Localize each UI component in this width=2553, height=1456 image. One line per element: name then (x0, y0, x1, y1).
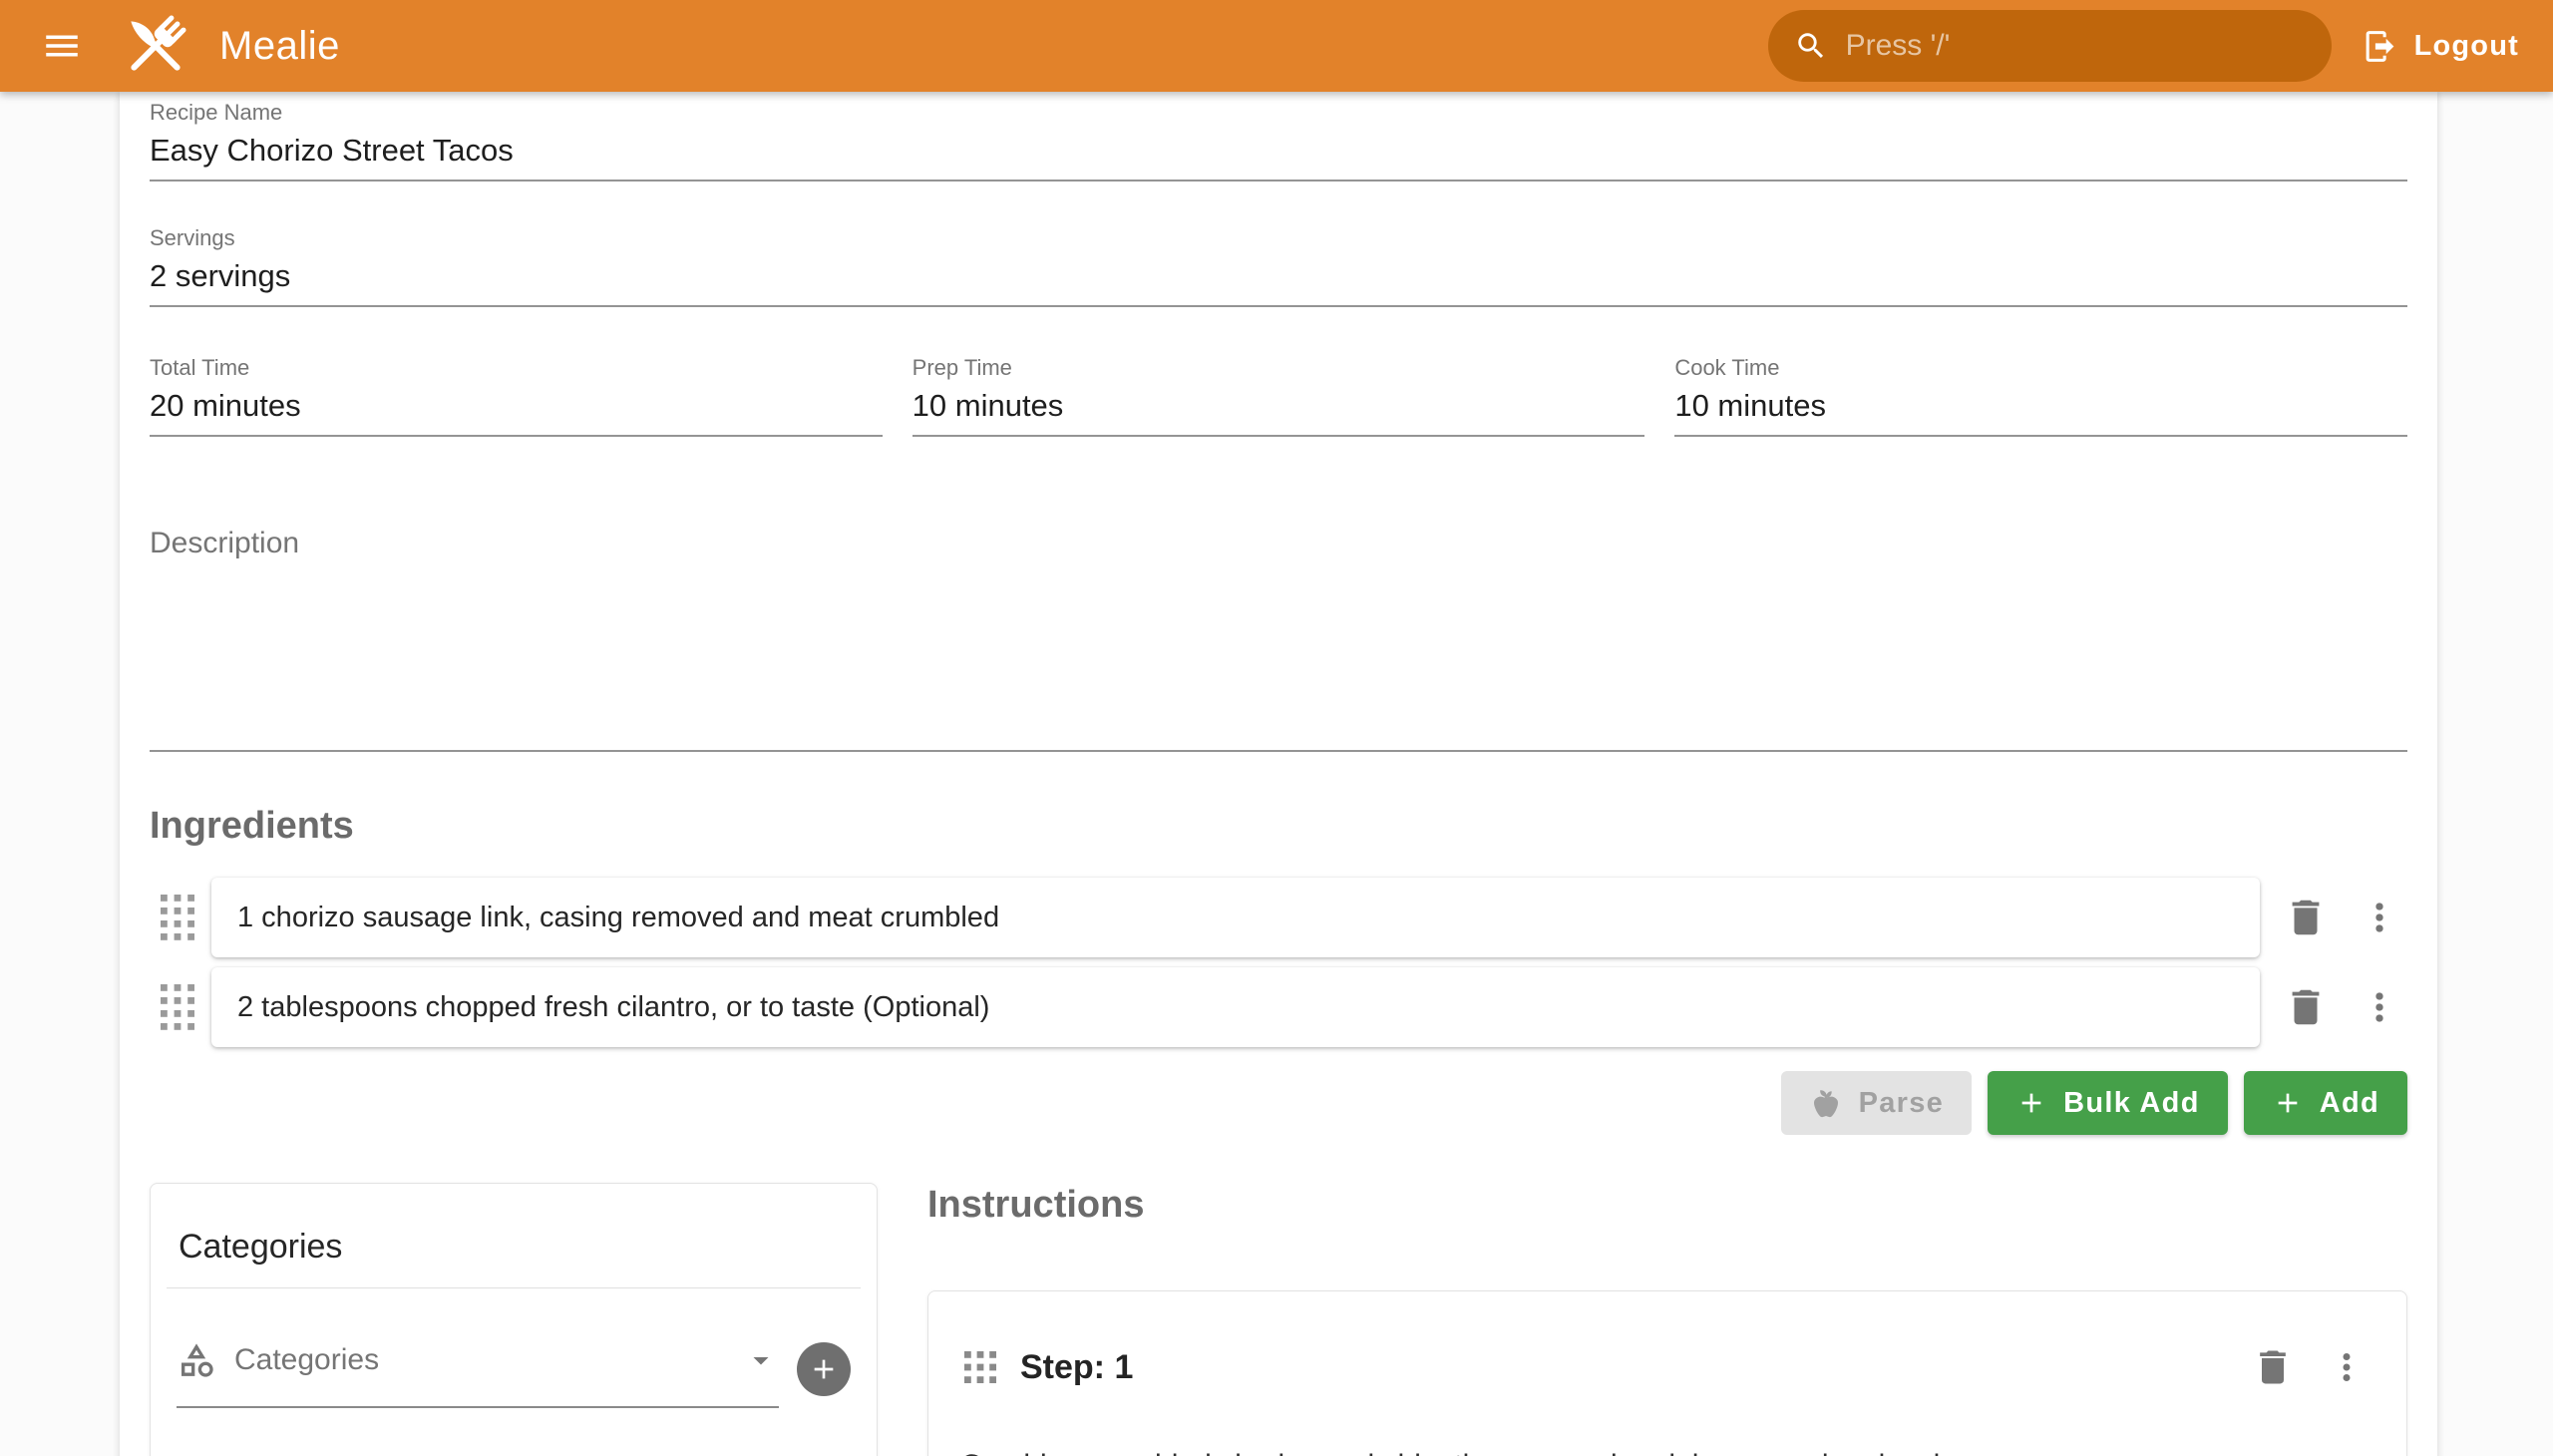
step-text-input[interactable]: Combine crumbled chorizo and chipotle pe… (960, 1445, 2374, 1456)
drag-handle[interactable] (150, 984, 205, 1030)
time-fields-row: Total Time Prep Time Cook Time (150, 355, 2407, 437)
menu-button[interactable] (36, 20, 88, 72)
search-icon (1794, 29, 1828, 63)
ingredients-heading: Ingredients (150, 804, 2407, 848)
add-label: Add (2320, 1087, 2379, 1120)
prep-time-field: Prep Time (912, 355, 1645, 437)
description-input[interactable] (150, 562, 2407, 750)
recipe-name-input[interactable] (150, 132, 2407, 170)
ingredient-menu-button[interactable] (2352, 890, 2407, 945)
instructions-column: Instructions Step: 1 (927, 1183, 2407, 1456)
trash-icon (2251, 1345, 2295, 1389)
description-field: Description (150, 525, 2407, 752)
ingredient-input[interactable] (237, 902, 2234, 934)
trash-icon (2283, 895, 2329, 940)
categories-column: Categories Categories (150, 1183, 878, 1456)
categories-select[interactable]: Categories (177, 1340, 779, 1408)
ingredient-menu-button[interactable] (2352, 979, 2407, 1035)
kebab-menu-icon (2358, 985, 2401, 1029)
categories-card-content: Categories (151, 1288, 877, 1456)
bottom-columns: Categories Categories Instructions (150, 1183, 2407, 1456)
search-input[interactable] (1846, 29, 2306, 63)
step-header: Step: 1 (960, 1339, 2374, 1395)
plus-icon (2015, 1087, 2047, 1119)
delete-ingredient-button[interactable] (2278, 979, 2334, 1035)
logout-icon (2362, 28, 2398, 65)
drag-handle[interactable] (150, 895, 205, 940)
categories-select-label: Categories (234, 1343, 725, 1377)
kebab-menu-icon (2358, 896, 2401, 939)
chevron-down-icon (743, 1342, 779, 1378)
ingredient-actions-row: Parse Bulk Add Add (150, 1071, 2407, 1135)
total-time-label: Total Time (150, 355, 883, 381)
drag-dots-icon (161, 984, 194, 1030)
mealie-logo-icon (118, 8, 193, 84)
plus-icon (808, 1353, 840, 1385)
cook-time-label: Cook Time (1674, 355, 2407, 381)
cook-time-input[interactable] (1674, 387, 2407, 425)
hamburger-icon (41, 25, 83, 67)
recipe-editor-card: Recipe Name Servings Total Time Prep Tim… (120, 92, 2437, 1456)
bulk-add-label: Bulk Add (2063, 1087, 2200, 1120)
cook-time-field: Cook Time (1674, 355, 2407, 437)
ingredient-input-card (211, 878, 2260, 957)
instructions-heading: Instructions (927, 1183, 2407, 1227)
prep-time-input[interactable] (912, 387, 1645, 425)
total-time-input[interactable] (150, 387, 883, 425)
logout-button[interactable]: Logout (2362, 28, 2519, 65)
parse-button[interactable]: Parse (1781, 1071, 1973, 1135)
drag-dots-icon (964, 1351, 996, 1383)
delete-step-button[interactable] (2245, 1339, 2301, 1395)
total-time-field: Total Time (150, 355, 883, 437)
ingredient-input[interactable] (237, 991, 2234, 1024)
search-field[interactable] (1768, 10, 2332, 82)
prep-time-label: Prep Time (912, 355, 1645, 381)
drag-dots-icon (161, 895, 194, 940)
add-ingredient-button[interactable]: Add (2244, 1071, 2407, 1135)
add-category-button[interactable] (797, 1342, 851, 1396)
categories-card: Categories Categories (150, 1183, 878, 1456)
ingredient-list (150, 878, 2407, 1047)
delete-ingredient-button[interactable] (2278, 890, 2334, 945)
servings-label: Servings (150, 225, 2407, 251)
app-title: Mealie (219, 24, 340, 69)
bulk-add-button[interactable]: Bulk Add (1988, 1071, 2228, 1135)
plus-icon (2272, 1087, 2304, 1119)
servings-field: Servings (150, 225, 2407, 307)
apple-icon (1809, 1086, 1843, 1120)
ingredient-row (150, 967, 2407, 1047)
step-menu-button[interactable] (2319, 1339, 2374, 1395)
trash-icon (2283, 984, 2329, 1030)
category-shapes-icon (177, 1340, 216, 1380)
drag-handle[interactable] (960, 1351, 1000, 1383)
description-label: Description (150, 525, 2407, 562)
servings-input[interactable] (150, 257, 2407, 295)
app-bar: Mealie Logout (0, 0, 2553, 92)
step-title: Step: 1 (1020, 1347, 2227, 1387)
step-card: Step: 1 Combine crumbled chorizo and chi… (927, 1290, 2407, 1456)
logout-label: Logout (2414, 30, 2519, 63)
categories-card-title: Categories (151, 1184, 877, 1287)
recipe-name-label: Recipe Name (150, 100, 2407, 126)
ingredient-input-card (211, 967, 2260, 1047)
ingredient-row (150, 878, 2407, 957)
kebab-menu-icon (2326, 1346, 2368, 1388)
parse-label: Parse (1859, 1087, 1945, 1120)
recipe-name-field: Recipe Name (150, 100, 2407, 182)
